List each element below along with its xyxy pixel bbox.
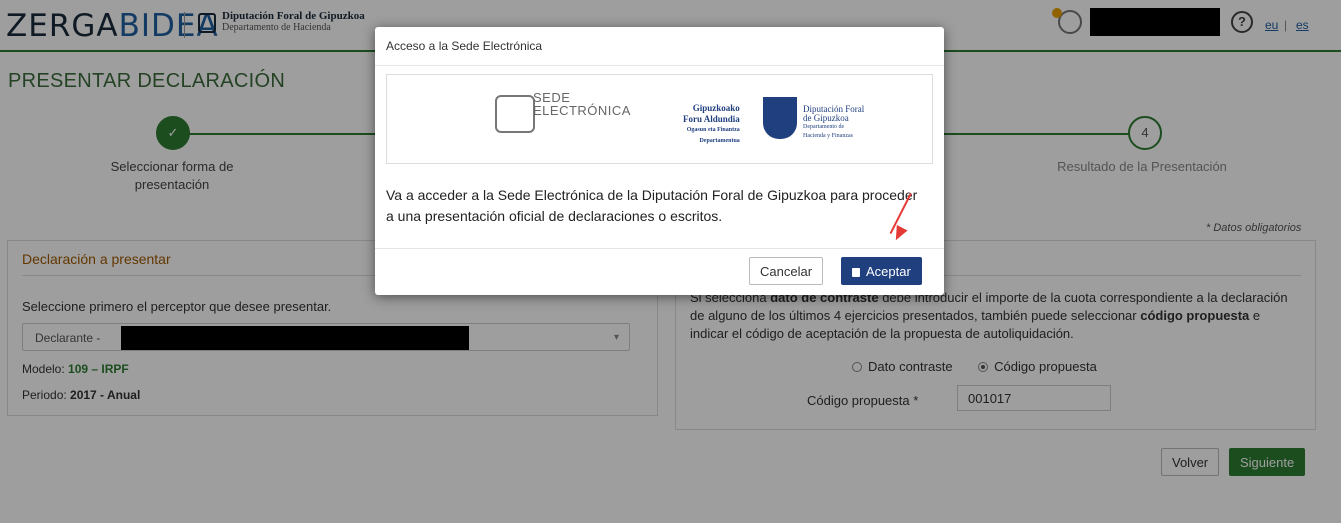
gipuzkoa-basque-text: Gipuzkoako Foru Aldundia Ogasun eta Finant… [683,103,740,147]
modal-footer-divider [375,248,944,249]
modal-body-text: Va a acceder a la Sede Electrónica de la… [386,187,918,224]
gipuzkoa-shield-icon [763,97,797,139]
modal-title: Acceso a la Sede Electrónica [386,39,543,53]
sede-logo-line2: ELECTRÓNICA [533,103,631,118]
modal-divider [375,65,944,66]
dfg-line4: Hacienda y Finanzas [803,133,853,139]
dfg-line3: Departamento de [803,124,845,130]
sede-logo-text: SEDE ELECTRÓNICA [533,91,631,117]
modal-logo-box: SEDE ELECTRÓNICA Gipuzkoako Foru Aldundia O… [386,74,933,164]
gip-line3: Ogasun eta Finantza [686,127,740,133]
dfg-line2: de Gipuzkoa [803,113,849,123]
gip-line4: Departamentua [699,138,740,144]
cancel-button[interactable]: Cancelar [749,257,824,285]
gip-line2: Foru Aldundia [683,114,740,124]
sede-hand-icon [495,95,535,133]
accept-button-label: Aceptar [866,264,911,279]
accept-button[interactable]: Aceptar [841,257,922,285]
gipuzkoa-spanish-text: Diputación Foral de Gipuzkoa Departamento … [803,105,864,141]
sede-electronica-modal: Acceso a la Sede Electrónica SEDE ELECTRÓ… [375,27,944,295]
lock-icon [852,268,860,277]
gip-line1: Gipuzkoako [692,103,740,113]
